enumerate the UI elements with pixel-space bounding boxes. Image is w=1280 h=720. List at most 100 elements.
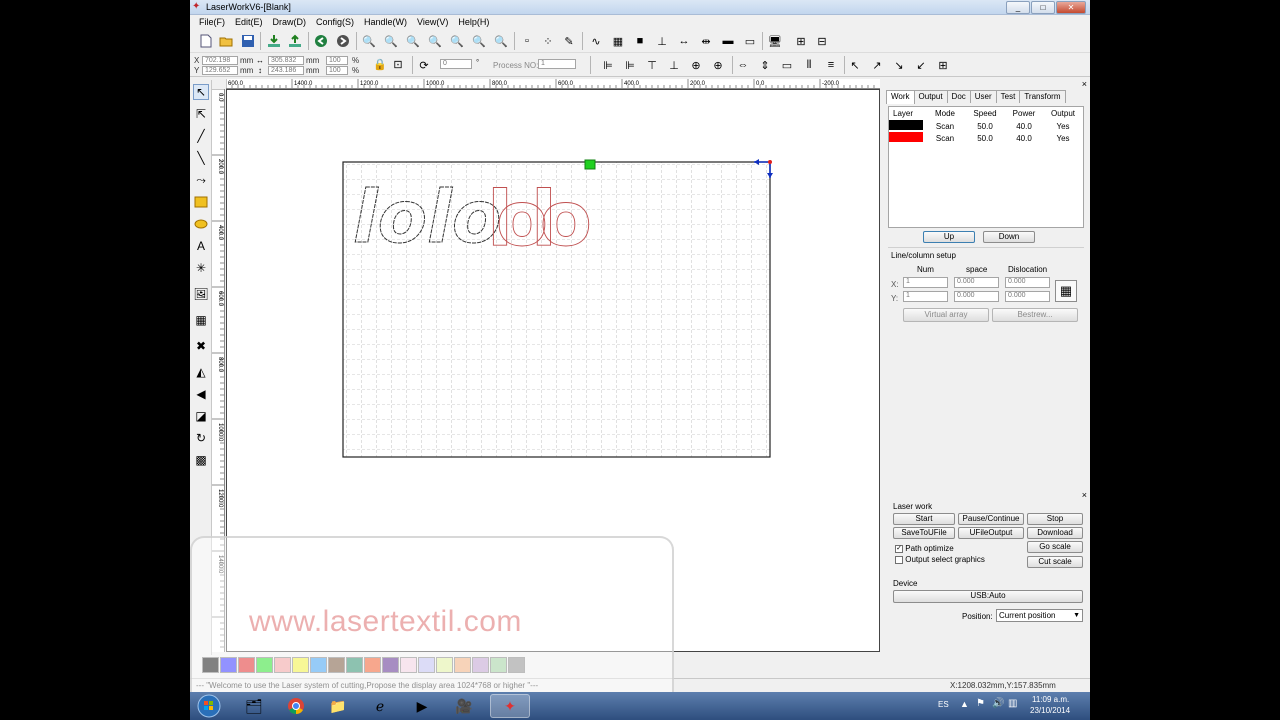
distribute-v-icon[interactable]: ≡: [823, 57, 839, 73]
up-button[interactable]: Up: [923, 231, 975, 243]
path-optimize-row[interactable]: ✓ Path optimize: [895, 544, 954, 553]
volume-icon[interactable]: 🔊: [992, 698, 1004, 709]
language-indicator[interactable]: ES: [938, 700, 949, 709]
import-icon[interactable]: [266, 33, 282, 49]
pointer-icon[interactable]: ↖: [193, 84, 209, 100]
pen-icon[interactable]: ✎: [561, 33, 577, 49]
chrome-app-icon[interactable]: [276, 694, 316, 718]
ungroup-icon[interactable]: ⊟: [814, 33, 830, 49]
zoom-fit-icon[interactable]: 🔍: [449, 33, 465, 49]
redo-icon[interactable]: [335, 33, 351, 49]
bitmap-icon[interactable]: ▦: [610, 33, 626, 49]
y-space-field[interactable]: 0.000: [954, 291, 999, 302]
curve-icon[interactable]: ∿: [588, 33, 604, 49]
ellipse-icon[interactable]: [193, 216, 209, 232]
menu-edit[interactable]: Edit(E): [230, 15, 268, 29]
align-vcenter-icon[interactable]: ⊕: [710, 57, 726, 73]
distribute-h-icon[interactable]: ⫴: [801, 57, 817, 73]
laser-panel-close-icon[interactable]: ×: [1082, 490, 1087, 500]
zoom-area-icon[interactable]: 🔍: [405, 33, 421, 49]
mirror-v-icon[interactable]: ◀: [193, 386, 209, 402]
explorer-app-icon[interactable]: 🗂: [234, 694, 274, 718]
y-num-field[interactable]: 1: [903, 291, 948, 302]
pause-continue-button[interactable]: Pause/Continue: [958, 513, 1024, 525]
path-optimize-checkbox[interactable]: ✓: [895, 544, 903, 553]
move-br-icon[interactable]: ↘: [891, 57, 907, 73]
ie-app-icon[interactable]: ℯ: [360, 694, 400, 718]
menu-view[interactable]: View(V): [412, 15, 453, 29]
same-height-icon[interactable]: ⇕: [757, 57, 773, 73]
zoom-page-icon[interactable]: 🔍: [427, 33, 443, 49]
array-grid-icon[interactable]: ▦: [1055, 280, 1077, 302]
maximize-button[interactable]: □: [1031, 1, 1055, 14]
bestrew-button[interactable]: Bestrew...: [992, 308, 1078, 322]
scale-x-field[interactable]: 100: [326, 56, 348, 65]
download-button[interactable]: Download: [1027, 527, 1083, 539]
cut-scale-button[interactable]: Cut scale: [1027, 556, 1083, 568]
tab-test[interactable]: Test: [995, 90, 1021, 103]
tab-user[interactable]: User: [969, 90, 997, 103]
width-field[interactable]: 305.832: [268, 56, 304, 65]
tab-transform[interactable]: Transform: [1019, 90, 1066, 103]
move-center-icon[interactable]: ⊞: [935, 57, 951, 73]
table-row[interactable]: Scan 50.0 40.0 Yes: [889, 132, 1083, 144]
start-orb-icon[interactable]: [194, 694, 224, 718]
menu-handle[interactable]: Handle(W): [359, 15, 412, 29]
polyline-icon[interactable]: ╲: [193, 150, 209, 166]
grid-array-icon[interactable]: ▦: [193, 312, 209, 328]
start-button[interactable]: Start: [893, 513, 955, 525]
move-bl-icon[interactable]: ↙: [913, 57, 929, 73]
x-num-field[interactable]: 1: [903, 277, 948, 288]
tab-work[interactable]: Work: [886, 90, 915, 104]
measure-icon[interactable]: ↔: [676, 33, 692, 49]
x-dislocation-field[interactable]: 0.000: [1005, 277, 1050, 288]
folder-app-icon[interactable]: 📁: [318, 694, 358, 718]
node-pointer-icon[interactable]: ⇱: [193, 106, 209, 122]
clock-time[interactable]: 11:09 a.m.: [1032, 695, 1069, 704]
network-icon[interactable]: ▥: [1008, 698, 1017, 709]
x-space-field[interactable]: 0.000: [954, 277, 999, 288]
menu-file[interactable]: File(F): [194, 15, 230, 29]
zoom-all-icon[interactable]: 🔍: [493, 33, 509, 49]
save-to-ufile-button[interactable]: SaveToUFile: [893, 527, 955, 539]
rotate-tool-icon[interactable]: ↻: [193, 430, 209, 446]
scale-y-field[interactable]: 100: [326, 66, 348, 75]
undo-icon[interactable]: [313, 33, 329, 49]
fill-icon[interactable]: ■: [632, 33, 648, 49]
close-button[interactable]: ✕: [1056, 1, 1086, 14]
camera-app-icon[interactable]: 🎥: [444, 694, 484, 718]
align-right-icon[interactable]: ⊫: [622, 57, 638, 73]
same-size-icon[interactable]: ▭: [779, 57, 795, 73]
delete-x-icon[interactable]: ✖: [193, 338, 209, 354]
tree-icon[interactable]: ⊥: [654, 33, 670, 49]
go-scale-button[interactable]: Go scale: [1027, 541, 1083, 553]
tab-output[interactable]: Output: [913, 90, 948, 103]
rectangle-icon[interactable]: [193, 194, 209, 210]
export-icon[interactable]: [287, 33, 303, 49]
mirror-h-icon[interactable]: ◭: [193, 364, 209, 380]
point-icon[interactable]: ✳: [193, 260, 209, 276]
tray-up-icon[interactable]: ▲: [960, 699, 969, 709]
cut-line-icon[interactable]: ◪: [193, 408, 209, 424]
align-top-icon[interactable]: ⊤: [644, 57, 660, 73]
open-folder-icon[interactable]: [218, 33, 234, 49]
laserwork-app-icon[interactable]: ✦: [490, 694, 530, 718]
curve-tool-icon[interactable]: ⤳: [193, 172, 209, 188]
group-icon[interactable]: ⊞: [793, 33, 809, 49]
menu-config[interactable]: Config(S): [311, 15, 359, 29]
move-tr-icon[interactable]: ↗: [869, 57, 885, 73]
virtual-array-button[interactable]: Virtual array: [903, 308, 989, 322]
align-bottom-icon[interactable]: ⊥: [666, 57, 682, 73]
y-dislocation-field[interactable]: 0.000: [1005, 291, 1050, 302]
zoom-out-icon[interactable]: 🔍: [383, 33, 399, 49]
array-icon[interactable]: ▩: [193, 452, 209, 468]
usb-device-button[interactable]: USB:Auto: [893, 590, 1083, 603]
rotate-icon[interactable]: ⟳: [416, 57, 432, 73]
tab-doc[interactable]: Doc: [946, 90, 971, 103]
menu-help[interactable]: Help(H): [453, 15, 494, 29]
panel-close-icon[interactable]: ×: [1082, 79, 1087, 89]
text-icon[interactable]: A: [193, 238, 209, 254]
stop-button[interactable]: Stop: [1027, 513, 1083, 525]
save-icon[interactable]: [240, 33, 256, 49]
ufile-output-button[interactable]: UFileOutput: [958, 527, 1024, 539]
